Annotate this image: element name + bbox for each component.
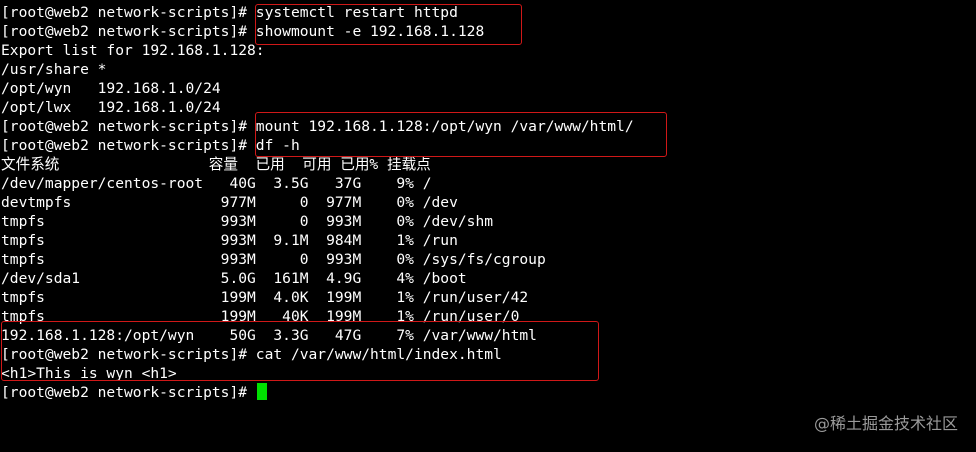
df-row: tmpfs 199M 4.0K 199M 1% /run/user/42 <box>1 289 529 306</box>
terminal-line: [root@web2 network-scripts]# systemctl r… <box>1 4 458 21</box>
terminal-cursor <box>256 383 267 400</box>
terminal-line: /usr/share * <box>1 61 107 78</box>
terminal-line: /opt/lwx 192.168.1.0/24 <box>1 99 221 116</box>
df-header-line: 文件系统 容量 已用 可用 已用% 挂载点 <box>1 156 431 173</box>
watermark-text: @稀土掘金技术社区 <box>813 414 958 433</box>
prompt-text: [root@web2 network-scripts]# <box>1 384 256 401</box>
terminal-prompt-line[interactable]: [root@web2 network-scripts]# <box>1 383 267 402</box>
df-row: tmpfs 993M 0 993M 0% /dev/shm <box>1 213 494 230</box>
terminal-line: Export list for 192.168.1.128: <box>1 42 265 59</box>
terminal-line: <h1>This is wyn <h1> <box>1 365 177 382</box>
df-row: tmpfs 993M 0 993M 0% /sys/fs/cgroup <box>1 251 546 268</box>
terminal-line: [root@web2 network-scripts]# cat /var/ww… <box>1 346 502 363</box>
df-row: tmpfs 993M 9.1M 984M 1% /run <box>1 232 458 249</box>
df-row: /dev/sda1 5.0G 161M 4.9G 4% /boot <box>1 270 467 287</box>
df-row: tmpfs 199M 40K 199M 1% /run/user/0 <box>1 308 520 325</box>
df-row: /dev/mapper/centos-root 40G 3.5G 37G 9% … <box>1 175 432 192</box>
df-row: 192.168.1.128:/opt/wyn 50G 3.3G 47G 7% /… <box>1 327 537 344</box>
terminal-line: /opt/wyn 192.168.1.0/24 <box>1 80 221 97</box>
terminal-line: [root@web2 network-scripts]# mount 192.1… <box>1 118 634 135</box>
terminal-line: [root@web2 network-scripts]# df -h <box>1 137 300 154</box>
terminal-window[interactable]: [root@web2 network-scripts]# systemctl r… <box>0 0 976 452</box>
df-row: devtmpfs 977M 0 977M 0% /dev <box>1 194 458 211</box>
terminal-line: [root@web2 network-scripts]# showmount -… <box>1 23 485 40</box>
